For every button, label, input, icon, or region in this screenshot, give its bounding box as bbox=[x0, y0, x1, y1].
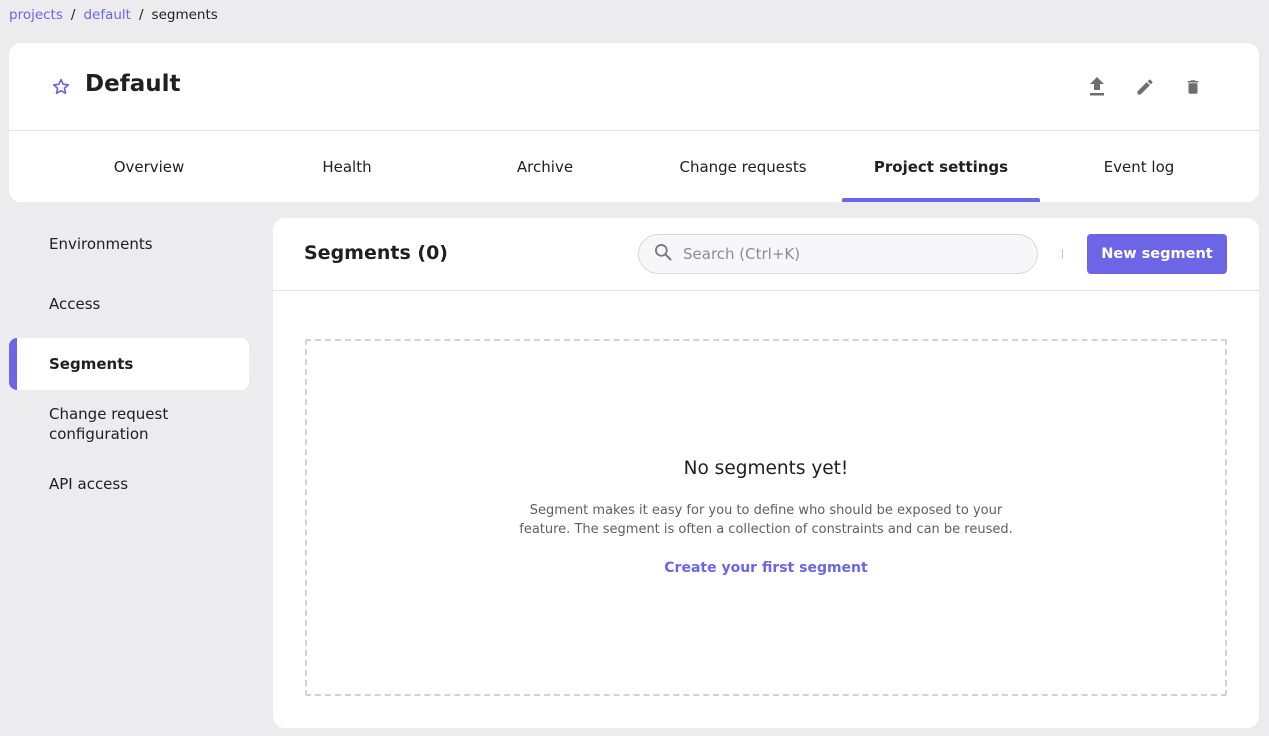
tab-change-requests[interactable]: Change requests bbox=[644, 131, 842, 202]
segments-title: Segments (0) bbox=[304, 242, 448, 264]
tab-project-settings[interactable]: Project settings bbox=[842, 131, 1040, 202]
page-title: Default bbox=[85, 71, 181, 97]
sidebar-item-access[interactable]: Access bbox=[9, 270, 249, 338]
search-box[interactable] bbox=[638, 234, 1038, 274]
sidebar-item-api-access[interactable]: API access bbox=[9, 458, 249, 510]
project-tabs: Overview Health Archive Change requests … bbox=[50, 131, 1238, 202]
segments-panel: Segments (0) New segment No segments yet… bbox=[273, 218, 1259, 728]
breadcrumb-default[interactable]: default bbox=[83, 7, 131, 23]
create-first-segment-link[interactable]: Create your first segment bbox=[664, 560, 867, 576]
tab-event-log[interactable]: Event log bbox=[1040, 131, 1238, 202]
breadcrumb-separator: / bbox=[70, 7, 76, 23]
sidebar-item-environments[interactable]: Environments bbox=[9, 218, 249, 270]
segments-header: Segments (0) New segment bbox=[273, 218, 1259, 291]
header-divider bbox=[1062, 249, 1063, 259]
sidebar-item-change-request-configuration[interactable]: Change request configuration bbox=[9, 390, 209, 458]
breadcrumb: projects / default / segments bbox=[9, 7, 218, 23]
project-header: Default Overview Health Archive Change r… bbox=[9, 43, 1259, 202]
breadcrumb-segments: segments bbox=[151, 7, 218, 23]
settings-sidebar: Environments Access Segments Change requ… bbox=[9, 218, 249, 510]
search-input[interactable] bbox=[683, 245, 1003, 263]
star-icon[interactable] bbox=[51, 77, 71, 97]
edit-icon[interactable] bbox=[1133, 76, 1157, 98]
breadcrumb-separator: / bbox=[138, 7, 144, 23]
project-header-top: Default bbox=[9, 43, 1259, 131]
search-icon bbox=[653, 242, 673, 266]
empty-state-description: Segment makes it easy for you to define … bbox=[519, 503, 1013, 537]
empty-state-title: No segments yet! bbox=[683, 458, 849, 479]
header-actions bbox=[1085, 76, 1205, 98]
new-segment-button[interactable]: New segment bbox=[1087, 234, 1227, 274]
export-icon[interactable] bbox=[1085, 76, 1109, 98]
tab-health[interactable]: Health bbox=[248, 131, 446, 202]
sidebar-item-segments[interactable]: Segments bbox=[9, 338, 249, 390]
tab-archive[interactable]: Archive bbox=[446, 131, 644, 202]
tab-overview[interactable]: Overview bbox=[50, 131, 248, 202]
empty-state: No segments yet! Segment makes it easy f… bbox=[305, 339, 1227, 696]
breadcrumb-projects[interactable]: projects bbox=[9, 7, 63, 23]
delete-icon[interactable] bbox=[1181, 76, 1205, 98]
